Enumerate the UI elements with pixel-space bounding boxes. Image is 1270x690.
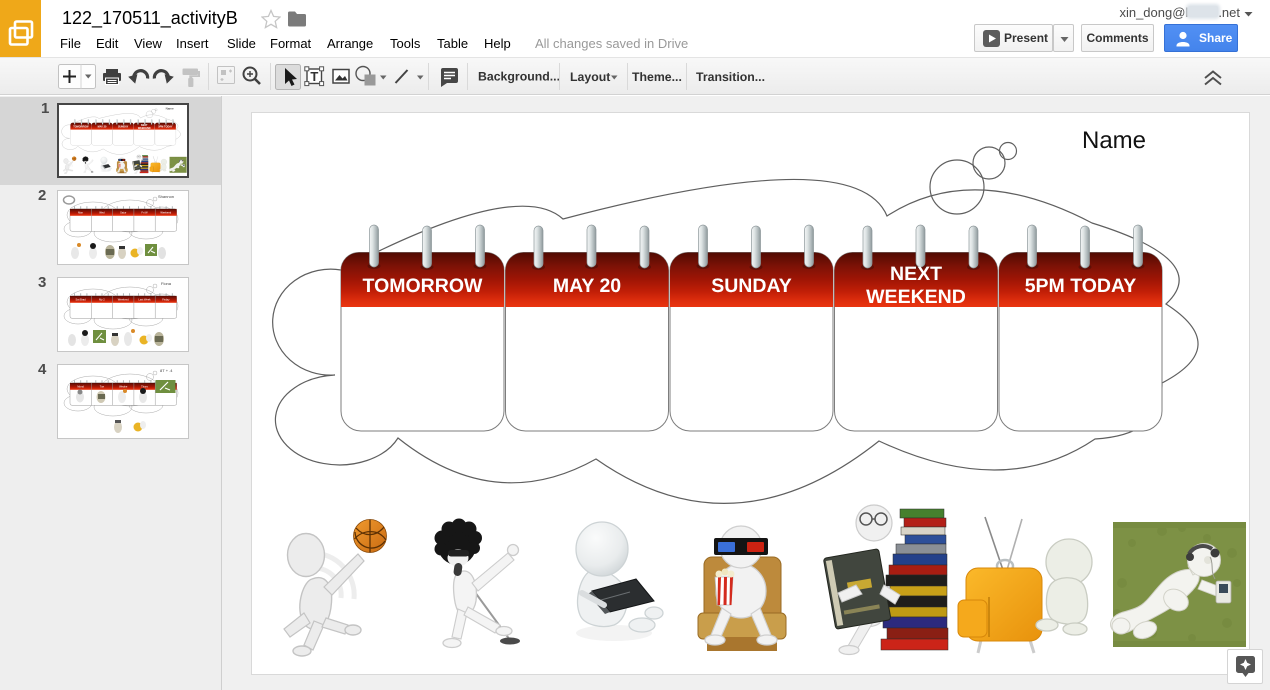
svg-text:Weekend: Weekend xyxy=(160,211,171,215)
svg-text:Mon: Mon xyxy=(78,211,84,215)
svg-text:My 2: My 2 xyxy=(99,298,105,302)
svg-text:Tue: Tue xyxy=(100,385,105,389)
svg-text:8T + .4: 8T + .4 xyxy=(160,368,173,373)
svg-text:Fri W: Fri W xyxy=(141,211,148,215)
svg-text:Thurs: Thurs xyxy=(141,385,148,389)
svg-text:Friday: Friday xyxy=(162,298,170,302)
svg-text:WEEKEND: WEEKEND xyxy=(866,286,966,308)
svg-text:Fiona: Fiona xyxy=(161,281,172,286)
svg-text:Mond: Mond xyxy=(77,385,84,389)
svg-text:Name: Name xyxy=(1082,127,1146,154)
svg-text:Shannon: Shannon xyxy=(158,194,174,199)
svg-text:Wed: Wed xyxy=(99,211,105,215)
svg-text:Background...: Background... xyxy=(478,70,560,84)
svg-text:Theme...: Theme... xyxy=(632,70,682,84)
svg-text:TOMORROW: TOMORROW xyxy=(363,275,483,297)
svg-text:SUNDAY: SUNDAY xyxy=(711,275,792,297)
svg-text:Layout: Layout xyxy=(570,70,610,84)
svg-text:Sat Brad: Sat Brad xyxy=(76,298,87,302)
svg-text:Satur: Satur xyxy=(120,211,126,215)
svg-text:MAY 20: MAY 20 xyxy=(553,275,621,297)
svg-text:Weekend: Weekend xyxy=(118,298,129,302)
svg-text:Transition...: Transition... xyxy=(696,70,765,84)
svg-text:5PM TODAY: 5PM TODAY xyxy=(1025,275,1137,297)
svg-text:NEXT: NEXT xyxy=(890,263,942,285)
svg-text:T: T xyxy=(310,69,318,84)
svg-text:Wedne: Wedne xyxy=(119,385,128,389)
svg-text:Last Week: Last Week xyxy=(138,298,151,302)
